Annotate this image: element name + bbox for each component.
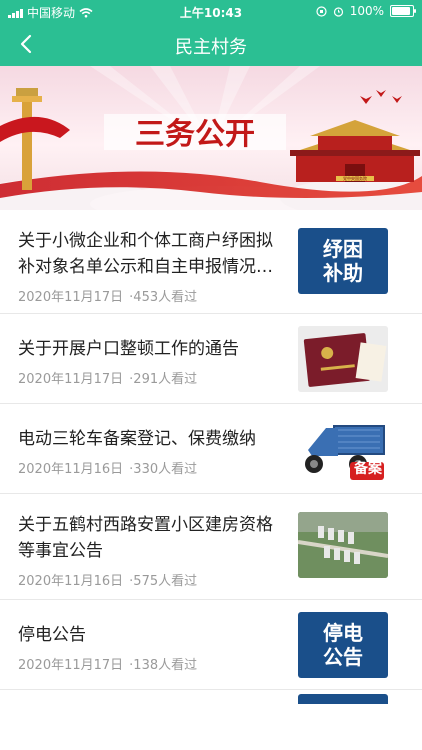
news-title: 关于五鹤村西路安置小区建房资格等事宜公告	[18, 515, 273, 561]
thumb-line2: 补助	[323, 261, 363, 285]
news-thumbnail: 纾困 补助	[298, 228, 388, 294]
news-item[interactable]: 关于开展户口整顿工作的通告 2020年11月17日 ·291人看过	[0, 314, 422, 404]
news-date: 2020年11月17日	[18, 290, 124, 305]
page-title: 民主村务	[175, 37, 247, 58]
news-views: ·330人看过	[129, 462, 198, 477]
news-item[interactable]: 停电公告 2020年11月17日 ·138人看过 停电 公告	[0, 600, 422, 690]
news-title: 关于开展户口整顿工作的通告	[18, 339, 239, 359]
news-meta: 2020年11月17日 ·291人看过	[18, 368, 288, 387]
news-text: 关于小微企业和个体工商户纾困拟补对象名单公示和自主申报情况… 2020年11月1…	[18, 228, 288, 305]
news-date: 2020年11月16日	[18, 574, 124, 589]
status-right: 100%	[316, 4, 416, 18]
news-thumbnail	[298, 512, 388, 578]
thumb-label: 备案	[354, 461, 382, 477]
news-thumbnail-partial	[298, 694, 388, 704]
thumb-line1: 纾困	[323, 237, 363, 261]
news-views: ·138人看过	[129, 658, 198, 673]
news-text: 关于五鹤村西路安置小区建房资格等事宜公告 2020年11月16日 ·575人看过	[18, 512, 288, 589]
news-views: ·453人看过	[129, 290, 198, 305]
news-meta: 2020年11月16日 ·330人看过	[18, 458, 288, 477]
banner-title: 三务公开	[135, 117, 255, 152]
news-item[interactable]: 电动三轮车备案登记、保费缴纳 2020年11月16日 ·330人看过 备案	[0, 404, 422, 494]
battery-percent: 100%	[349, 4, 384, 18]
news-list: 关于小微企业和个体工商户纾困拟补对象名单公示和自主申报情况… 2020年11月1…	[0, 210, 422, 690]
news-thumbnail: 停电 公告	[298, 612, 388, 678]
news-meta: 2020年11月17日 ·453人看过	[18, 286, 288, 305]
news-meta: 2020年11月16日 ·575人看过	[18, 570, 288, 589]
news-date: 2020年11月17日	[18, 372, 124, 387]
news-title: 电动三轮车备案登记、保费缴纳	[18, 429, 256, 449]
news-thumbnail	[298, 326, 388, 392]
status-bar: 中国移动 上午10:43 100%	[0, 0, 422, 22]
news-text: 关于开展户口整顿工作的通告 2020年11月17日 ·291人看过	[18, 336, 288, 387]
banner-graphic: 三务公开 党中央国务院	[0, 66, 422, 210]
orientation-lock-icon	[316, 5, 327, 17]
news-views: ·575人看过	[129, 574, 198, 589]
banner-image[interactable]: 三务公开 党中央国务院	[0, 66, 422, 210]
battery-icon	[390, 5, 416, 17]
battery-level	[392, 7, 410, 15]
gate-sub-badge: 党中央国务院	[343, 175, 367, 181]
news-meta: 2020年11月17日 ·138人看过	[18, 654, 288, 673]
nav-bar: 民主村务	[0, 22, 422, 66]
household-register-booklet-icon	[298, 326, 388, 392]
aerial-map-icon	[298, 512, 388, 578]
news-item[interactable]: 关于小微企业和个体工商户纾困拟补对象名单公示和自主申报情况… 2020年11月1…	[0, 210, 422, 314]
news-thumbnail: 备案	[298, 416, 388, 482]
news-title: 停电公告	[18, 625, 86, 645]
news-date: 2020年11月17日	[18, 658, 124, 673]
alarm-icon	[333, 6, 343, 17]
news-text: 电动三轮车备案登记、保费缴纳 2020年11月16日 ·330人看过	[18, 426, 288, 477]
news-views: ·291人看过	[129, 372, 198, 387]
thumb-line1: 停电	[323, 621, 363, 645]
news-date: 2020年11月16日	[18, 462, 124, 477]
thumb-line2: 公告	[323, 645, 363, 669]
news-item[interactable]: 关于五鹤村西路安置小区建房资格等事宜公告 2020年11月16日 ·575人看过	[0, 494, 422, 600]
news-title: 关于小微企业和个体工商户纾困拟补对象名单公示和自主申报情况…	[18, 231, 273, 277]
news-text: 停电公告 2020年11月17日 ·138人看过	[18, 622, 288, 673]
